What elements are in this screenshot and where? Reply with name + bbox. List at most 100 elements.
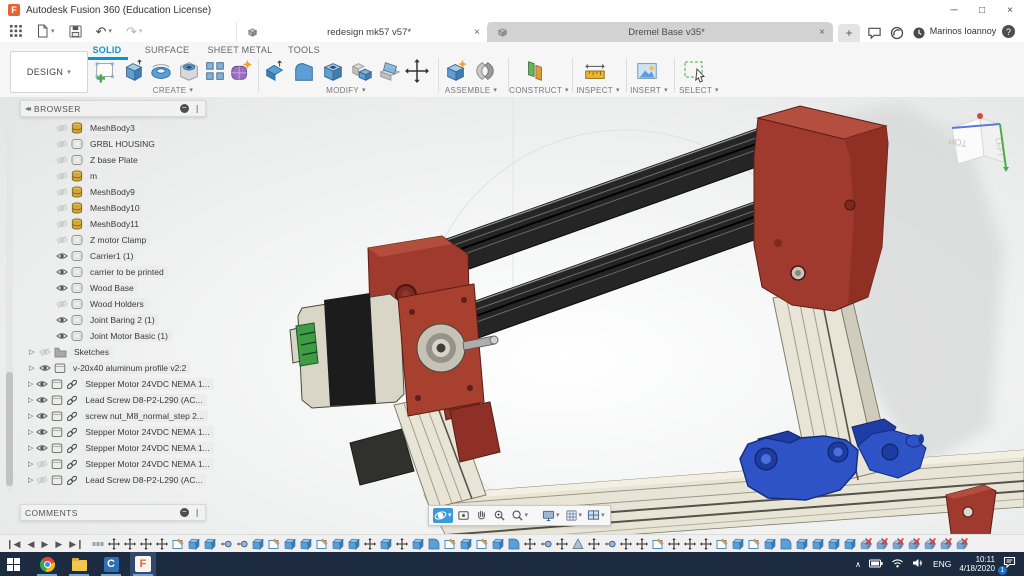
timeline-feature-joint[interactable]: [220, 538, 232, 550]
new-component-icon[interactable]: [443, 58, 469, 84]
split-body-icon[interactable]: [377, 58, 403, 84]
timeline-feature-suppressed[interactable]: [876, 538, 888, 550]
group-modify[interactable]: MODIFY▾: [262, 86, 430, 95]
browser-item-label[interactable]: Z motor Clamp: [86, 234, 150, 246]
tab-tools[interactable]: TOOLS: [283, 42, 325, 57]
workspace-selector[interactable]: DESIGN▾: [10, 51, 88, 93]
group-construct[interactable]: CONSTRUCT▾: [508, 86, 570, 95]
timeline-feature-extrude[interactable]: [252, 538, 264, 550]
redo-icon[interactable]: ↷▾: [126, 25, 142, 38]
timeline-feature-sketch[interactable]: [748, 538, 760, 550]
browser-item-label[interactable]: screw nut_M8_normal_step 2...: [81, 410, 208, 422]
chrome-taskbar-icon[interactable]: [34, 552, 60, 576]
tab-close-icon[interactable]: ×: [819, 27, 825, 38]
timeline-feature-extrude[interactable]: [300, 538, 312, 550]
timeline-feature-joint[interactable]: [604, 538, 616, 550]
timeline-feature-move[interactable]: [124, 538, 136, 550]
close-button[interactable]: ×: [996, 0, 1024, 20]
timeline-feature-extrude[interactable]: [796, 538, 808, 550]
browser-item-label[interactable]: Joint Baring 2 (1): [86, 314, 159, 326]
visibility-off-icon[interactable]: [36, 475, 48, 485]
timeline-feature-move[interactable]: [636, 538, 648, 550]
browser-item-label[interactable]: Stepper Motor 24VDC NEMA 1...: [81, 426, 213, 438]
pan-icon[interactable]: [474, 508, 489, 523]
move-icon[interactable]: [404, 58, 430, 84]
browser-item[interactable]: ▷Lead Screw D8-P2-L290 (AC...: [20, 392, 206, 408]
visibility-off-icon[interactable]: [39, 347, 51, 357]
timeline-feature-joint[interactable]: [236, 538, 248, 550]
group-insert[interactable]: INSERT▾: [626, 86, 672, 95]
viewports-icon[interactable]: ▾: [586, 508, 606, 523]
timeline-feature-sketch[interactable]: [716, 538, 728, 550]
timeline-feature-rib[interactable]: [572, 538, 584, 550]
timeline-feature-move[interactable]: [524, 538, 536, 550]
action-center-icon[interactable]: 1: [1003, 555, 1016, 573]
look-at-icon[interactable]: [456, 508, 471, 523]
timeline-feature-fillet[interactable]: [780, 538, 792, 550]
minimize-button[interactable]: ─: [940, 0, 968, 20]
timeline-feature-extrude[interactable]: [380, 538, 392, 550]
visibility-off-icon[interactable]: [56, 171, 68, 181]
browser-item[interactable]: ▷Stepper Motor 24VDC NEMA 1...: [20, 440, 206, 456]
timeline-feature-suppressed[interactable]: [892, 538, 904, 550]
timeline-feature-extrude[interactable]: [844, 538, 856, 550]
browser-item-label[interactable]: MeshBody3: [86, 122, 139, 134]
expand-triangle-icon[interactable]: ▷: [28, 460, 33, 468]
browser-item[interactable]: ▷Stepper Motor 24VDC NEMA 1...: [20, 456, 206, 472]
browser-item[interactable]: Z motor Clamp: [20, 232, 206, 248]
visibility-on-icon[interactable]: [56, 331, 68, 341]
battery-icon[interactable]: [869, 555, 883, 573]
shell-icon[interactable]: [320, 58, 346, 84]
zoom-icon[interactable]: [492, 508, 507, 523]
browser-panel-header[interactable]: ◂◂ BROWSER − ❙: [20, 100, 206, 117]
timeline-go-end-icon[interactable]: ▶❙: [69, 540, 83, 549]
tray-expand-icon[interactable]: ∧: [855, 560, 861, 569]
timeline-feature-move[interactable]: [700, 538, 712, 550]
document-tab-active[interactable]: redesign mk57 v57* ×: [236, 22, 489, 42]
timeline-feature-extrude[interactable]: [284, 538, 296, 550]
help-icon[interactable]: ?: [1002, 25, 1015, 38]
timeline-feature-suppressed[interactable]: [956, 538, 968, 550]
timeline-feature-move[interactable]: [364, 538, 376, 550]
visibility-off-icon[interactable]: [56, 155, 68, 165]
group-assemble[interactable]: ASSEMBLE▾: [438, 86, 504, 95]
tab-surface[interactable]: SURFACE: [138, 42, 196, 57]
panel-options-icon[interactable]: −: [180, 104, 189, 113]
browser-item[interactable]: GRBL HOUSING: [20, 136, 206, 152]
timeline-feature-move[interactable]: [156, 538, 168, 550]
browser-item[interactable]: MeshBody9: [20, 184, 206, 200]
browser-item[interactable]: MeshBody3: [20, 120, 206, 136]
timeline-feature-extrude[interactable]: [348, 538, 360, 550]
timeline-feature-sketch[interactable]: [652, 538, 664, 550]
create-sketch-icon[interactable]: [92, 58, 118, 84]
comments-panel-header[interactable]: COMMENTS − ❙: [20, 504, 206, 521]
visibility-on-icon[interactable]: [56, 315, 68, 325]
visibility-off-icon[interactable]: [56, 187, 68, 197]
browser-item-label[interactable]: Stepper Motor 24VDC NEMA 1...: [81, 378, 213, 390]
fusion-jobs-icon[interactable]: [888, 25, 905, 41]
timeline-feature-fillet[interactable]: [428, 538, 440, 550]
panel-resize-grip[interactable]: ❙: [194, 508, 201, 517]
browser-item-label[interactable]: Lead Screw D8-P2-L290 (AC...: [81, 394, 206, 406]
wifi-icon[interactable]: [891, 555, 904, 573]
browser-item[interactable]: ▷Stepper Motor 24VDC NEMA 1...: [20, 376, 206, 392]
visibility-on-icon[interactable]: [39, 363, 51, 373]
browser-item-label[interactable]: MeshBody10: [86, 202, 144, 214]
expand-triangle-icon[interactable]: ▷: [28, 348, 36, 356]
browser-item[interactable]: Z base Plate: [20, 152, 206, 168]
revolve-icon[interactable]: [148, 58, 174, 84]
timeline-feature-extrude[interactable]: [492, 538, 504, 550]
timeline-step-forward-icon[interactable]: ▶: [55, 540, 62, 549]
browser-item[interactable]: carrier to be printed: [20, 264, 206, 280]
construct-plane-icon[interactable]: [522, 58, 548, 84]
maximize-button[interactable]: □: [968, 0, 996, 20]
tab-sheet-metal[interactable]: SHEET METAL: [203, 42, 277, 57]
timeline-feature-move[interactable]: [620, 538, 632, 550]
browser-item-label[interactable]: Joint Motor Basic (1): [86, 330, 172, 342]
visibility-on-icon[interactable]: [56, 283, 68, 293]
select-icon[interactable]: [682, 58, 708, 84]
timeline-feature-extrude[interactable]: [828, 538, 840, 550]
timeline-feature-move[interactable]: [588, 538, 600, 550]
expand-triangle-icon[interactable]: ▷: [28, 380, 33, 388]
timeline-feature-extrude[interactable]: [204, 538, 216, 550]
